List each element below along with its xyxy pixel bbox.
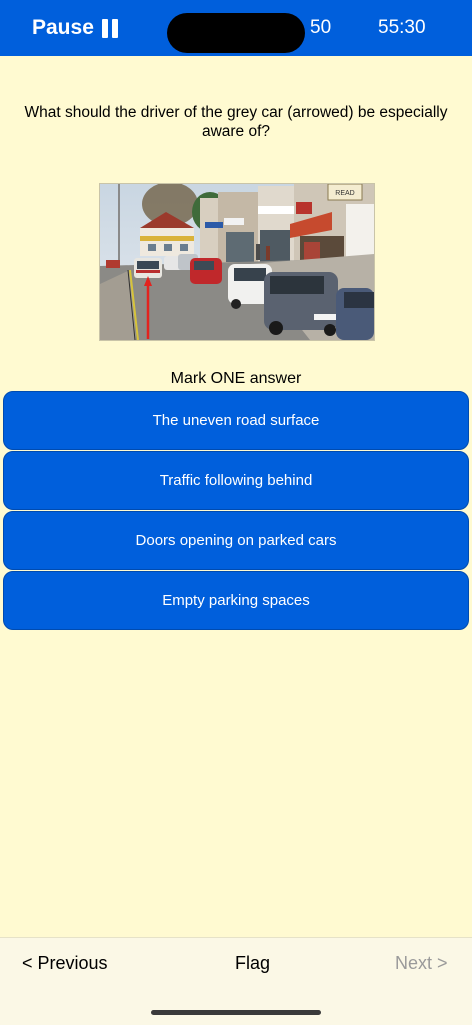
answer-option-4[interactable]: Empty parking spaces [3,571,469,630]
pause-icon [101,18,118,38]
answer-instructions: Mark ONE answer [170,370,302,387]
home-indicator[interactable] [151,1010,321,1015]
next-button[interactable]: Next > [395,953,448,974]
answer-option-1[interactable]: The uneven road surface [3,391,469,450]
question-photo: READ [99,183,375,341]
camera-notch [167,13,305,53]
question-counter: 50 [310,17,332,38]
top-bar: Pause 50 55:30 [0,0,472,56]
bottom-nav-bar: < Previous Flag Next > [0,937,472,1025]
timer: 55:30 [378,17,426,38]
shop-sign-text: READ [335,190,354,197]
answer-list: The uneven road surface Traffic followin… [3,391,469,631]
pause-label: Pause [32,16,94,39]
question-text: What should the driver of the grey car (… [24,104,448,140]
previous-button[interactable]: < Previous [22,953,108,974]
flag-button[interactable]: Flag [235,953,270,974]
answer-option-2[interactable]: Traffic following behind [3,451,469,510]
answer-option-3[interactable]: Doors opening on parked cars [3,511,469,570]
pause-button[interactable]: Pause [32,14,118,42]
